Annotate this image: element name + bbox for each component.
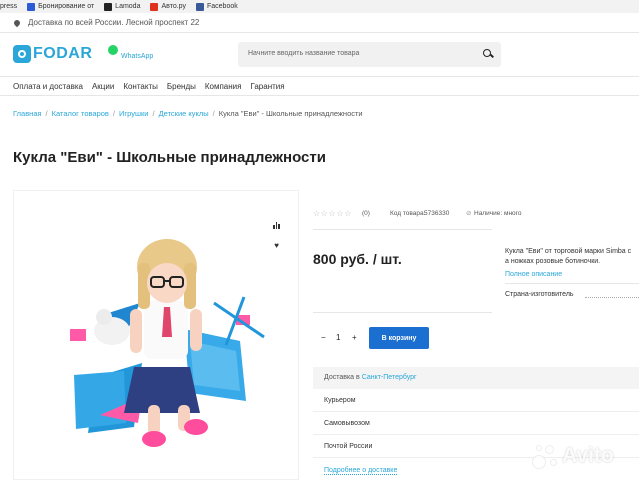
add-to-cart-button[interactable]: В корзину (369, 327, 429, 349)
delivery-info: Доставка по всей России. Лесной проспект… (28, 18, 200, 27)
breadcrumb-current: Кукла "Еви" - Школьные принадлежности (218, 109, 363, 118)
logo-text: FODAR (33, 45, 93, 62)
watermark-text: Avito (562, 444, 614, 467)
bookmark-item[interactable]: Facebook (195, 2, 238, 11)
site-header: FODAR WhatsApp Начните вводить название … (0, 34, 639, 76)
stock-status-icon: ⊘ (466, 210, 472, 217)
delivery-option-label: Самовывозом (324, 420, 370, 427)
nav-item-warranty[interactable]: Гарантия (250, 82, 284, 91)
full-description-link[interactable]: Полное описание (505, 271, 562, 278)
quantity-stepper: − 1 + (313, 328, 363, 348)
compare-icon[interactable] (273, 222, 280, 229)
lamoda-icon (104, 2, 113, 11)
heart-icon[interactable]: ♥ (274, 242, 279, 250)
site-logo[interactable]: FODAR (13, 45, 92, 63)
description-line: а ножках розовые ботиночки. (505, 258, 601, 265)
booking-icon (27, 2, 36, 11)
country-label: Страна-изготовитель (505, 291, 574, 298)
bookmark-label: Авто.ру (161, 3, 186, 10)
quantity-increase-button[interactable]: + (352, 333, 357, 342)
star-icon[interactable]: ☆☆☆☆☆ (313, 209, 352, 218)
nav-item-company[interactable]: Компания (205, 82, 242, 91)
top-info-bar: Доставка по всей России. Лесной проспект… (0, 13, 639, 33)
product-gallery[interactable]: ♥ (13, 190, 299, 480)
delivery-header: Доставка в Санкт-Петербург (313, 367, 639, 389)
product-image[interactable] (14, 191, 300, 480)
nav-item-brands[interactable]: Бренды (167, 82, 196, 91)
product-code-label: Код товара: (390, 210, 426, 217)
bookmark-label: press (0, 3, 18, 10)
delivery-option-label: Курьером (324, 397, 356, 404)
bookmark-item[interactable]: Lamoda (104, 2, 141, 11)
facebook-icon (195, 2, 204, 11)
delivery-option-pickup: Самовывозом (313, 413, 639, 435)
bookmarks-bar: press Бронирование от Lamoda Авто.ру Fac… (0, 0, 639, 13)
whatsapp-icon (108, 45, 118, 55)
stock-status: Наличие: много (474, 210, 522, 217)
product-description: Кукла "Еви" от торговой марки Simba с а … (505, 247, 639, 267)
breadcrumb-catalog[interactable]: Каталог товаров (52, 109, 109, 118)
whatsapp-label: WhatsApp (121, 53, 154, 60)
divider (505, 283, 639, 284)
bookmark-label: Facebook (206, 3, 238, 10)
divider (313, 229, 492, 230)
rating-count: (0) (362, 210, 370, 217)
bookmark-label: Lamoda (115, 3, 141, 10)
watermark: Avito (530, 440, 630, 472)
description-line: Кукла "Еви" от торговой марки Simba с (505, 248, 632, 255)
bookmark-item[interactable]: Бронирование от (27, 2, 95, 11)
country-leader-dots (585, 297, 639, 298)
breadcrumb-separator: / (212, 109, 215, 118)
quantity-value[interactable]: 1 (336, 333, 340, 342)
autoru-icon (150, 2, 159, 11)
breadcrumb-separator: / (112, 109, 116, 118)
delivery-city-link[interactable]: Санкт-Петербург (362, 374, 417, 381)
breadcrumb-home[interactable]: Главная (13, 109, 42, 118)
delivery-option-label: Почтой России (324, 443, 373, 450)
bookmark-item[interactable]: press (0, 3, 17, 10)
breadcrumb-toys[interactable]: Игрушки (119, 109, 148, 118)
search-icon[interactable] (483, 49, 493, 59)
breadcrumb-separator: / (152, 109, 155, 118)
divider (313, 312, 492, 313)
delivery-more-link[interactable]: Подробнее о доставке (324, 467, 398, 475)
delivery-option-courier: Курьером (313, 390, 639, 412)
breadcrumb: Главная / Каталог товаров / Игрушки / Де… (13, 109, 363, 118)
delivery-header-prefix: Доставка в (324, 374, 360, 381)
watermark-logo-icon (530, 441, 560, 471)
nav-item-payment-delivery[interactable]: Оплата и доставка (13, 82, 83, 91)
location-pin-icon (12, 18, 22, 27)
search-input[interactable]: Начните вводить название товара (238, 42, 501, 67)
bookmark-label: Бронирование от (38, 3, 95, 10)
product-code: 5736330 (424, 210, 450, 217)
breadcrumb-separator: / (45, 109, 48, 118)
search-placeholder: Начните вводить название товара (248, 50, 360, 57)
page-title: Кукла "Еви" - Школьные принадлежности (13, 149, 326, 166)
breadcrumb-dolls[interactable]: Детские куклы (159, 109, 209, 118)
bookmark-item[interactable]: Авто.ру (150, 2, 186, 11)
quantity-decrease-button[interactable]: − (321, 333, 326, 342)
product-price: 800 руб. / шт. (313, 251, 402, 267)
nav-item-promotions[interactable]: Акции (92, 82, 114, 91)
nav-item-contacts[interactable]: Контакты (123, 82, 158, 91)
main-nav: Оплата и доставка Акции Контакты Бренды … (0, 76, 639, 96)
logo-icon (13, 45, 31, 63)
